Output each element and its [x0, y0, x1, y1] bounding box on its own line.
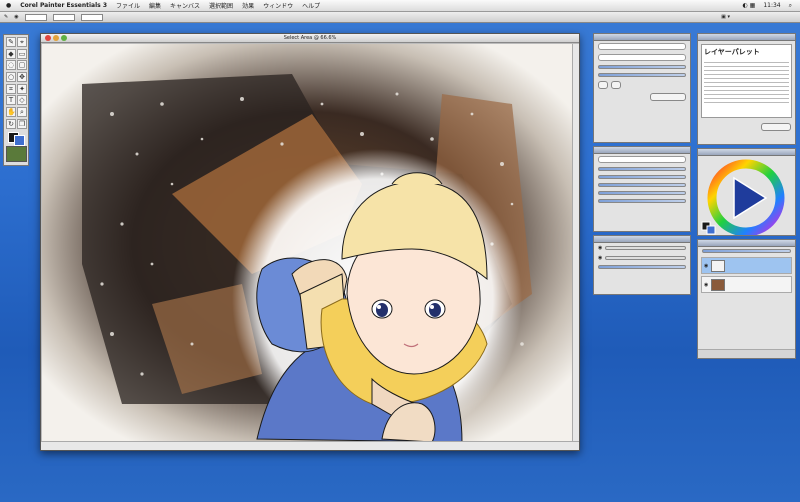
paint-bucket-icon[interactable]: ◆ — [6, 48, 16, 59]
brush-category-select[interactable] — [598, 43, 686, 50]
menu-edit[interactable]: 編集 — [149, 1, 161, 10]
option-bar-1 — [605, 246, 686, 250]
text-icon[interactable]: T — [6, 95, 16, 106]
clock: 11:34 — [763, 2, 781, 9]
horizontal-scrollbar[interactable] — [41, 441, 579, 450]
grain-field[interactable] — [80, 13, 103, 21]
property-bar: ✎ ◉ ▣ ▾ — [0, 12, 800, 23]
dropper-icon[interactable]: ⌖ — [17, 37, 27, 47]
minimize-icon[interactable] — [53, 35, 59, 41]
layer-row-2[interactable]: ◉ — [701, 276, 792, 293]
brush-shape-icon[interactable]: ◉ — [14, 14, 18, 20]
magnifier-icon[interactable]: ⌕ — [17, 107, 27, 118]
brush-opacity-slider[interactable] — [598, 73, 686, 77]
size-field[interactable] — [24, 13, 47, 21]
adjust-slider-1[interactable] — [598, 167, 686, 171]
zoom-icon[interactable] — [61, 35, 67, 41]
help-text-lines — [704, 59, 789, 103]
help-content: レイヤーパレット — [701, 44, 792, 118]
rectangle-select-icon[interactable]: ▢ — [17, 60, 27, 71]
adjust-select[interactable] — [598, 156, 686, 163]
option-slider[interactable] — [598, 265, 686, 269]
crop-icon[interactable]: ⌗ — [6, 83, 16, 94]
opacity-field[interactable] — [52, 13, 75, 21]
color-panel-header[interactable] — [698, 149, 795, 156]
cloner-icon[interactable]: ❐ — [17, 118, 27, 129]
option-bar-2 — [605, 256, 686, 260]
color-wheel[interactable] — [698, 156, 795, 236]
adjust-slider-3[interactable] — [598, 183, 686, 187]
color-panel — [697, 148, 796, 236]
menu-effects[interactable]: 効果 — [242, 1, 254, 10]
adjust-panel-header[interactable] — [594, 147, 690, 154]
eraser-icon[interactable]: ▭ — [17, 48, 27, 59]
grabber-icon[interactable]: ✋ — [6, 107, 16, 118]
menu-help[interactable]: ヘルプ — [302, 1, 320, 10]
document-title: Select Area @ 66.6% — [283, 35, 337, 41]
layer-row-1[interactable]: ◉ — [701, 257, 792, 274]
visibility-eye-icon[interactable]: ◉ — [704, 282, 708, 288]
brush-controls-panel — [593, 33, 691, 143]
menu-canvas[interactable]: キャンバス — [170, 1, 200, 10]
magic-wand-icon[interactable]: ✦ — [17, 83, 27, 94]
brush-controls-header[interactable] — [594, 34, 690, 41]
help-panel-header[interactable] — [698, 34, 795, 41]
option-radio-1[interactable]: ◉ — [598, 245, 602, 251]
brush-tool-icon[interactable]: ✎ — [4, 14, 8, 20]
brush-size-slider[interactable] — [598, 65, 686, 69]
options-panel: ◉ ◉ — [593, 235, 691, 295]
additional-color-chip[interactable] — [706, 225, 716, 235]
toolbox: ✎ ⌖ ◆ ▭ ◌ ▢ ○ ✥ ⌗ ✦ T ◇ ✋ ⌕ ↻ ❐ — [3, 34, 29, 166]
shape-icon[interactable]: ◇ — [17, 95, 27, 106]
layer-opacity-slider[interactable] — [702, 249, 791, 253]
painting — [42, 44, 573, 442]
brush-reset-button[interactable] — [650, 93, 686, 101]
layers-panel: ◉ ◉ — [697, 239, 796, 359]
canvas[interactable] — [42, 44, 573, 442]
adjust-slider-5[interactable] — [598, 199, 686, 203]
adjust-slider-4[interactable] — [598, 191, 686, 195]
brush-selector[interactable]: ▣ ▾ — [721, 14, 730, 20]
menu-bar: ● Corel Painter Essentials 3 ファイル 編集 キャン… — [0, 0, 800, 12]
status-icons: ◐ ▦ — [742, 2, 756, 9]
layers-footer — [698, 349, 795, 358]
vertical-scrollbar[interactable] — [572, 44, 579, 442]
options-panel-header[interactable] — [594, 236, 690, 243]
oval-select-icon[interactable]: ○ — [6, 72, 16, 83]
spotlight-icon[interactable]: ⌕ — [789, 2, 792, 10]
menu-window[interactable]: ウィンドウ — [263, 1, 293, 10]
brush-button-2[interactable] — [611, 81, 621, 89]
layer-thumb-1 — [711, 259, 726, 272]
background-color-swatch[interactable] — [14, 134, 25, 146]
paper-selector[interactable] — [6, 146, 27, 163]
play-triangle-icon[interactable] — [733, 176, 768, 220]
option-radio-2[interactable]: ◉ — [598, 255, 602, 261]
rotate-icon[interactable]: ↻ — [6, 118, 16, 129]
document-window: Select Area @ 66.6% — [40, 33, 580, 451]
close-icon[interactable] — [45, 35, 51, 41]
layers-panel-header[interactable] — [698, 240, 795, 247]
menu-select[interactable]: 選択範囲 — [209, 1, 233, 10]
lasso-icon[interactable]: ◌ — [6, 60, 16, 71]
color-swatches[interactable] — [6, 131, 27, 146]
adjust-slider-2[interactable] — [598, 175, 686, 179]
visibility-eye-icon[interactable]: ◉ — [704, 263, 708, 269]
help-panel: レイヤーパレット — [697, 33, 796, 145]
help-button[interactable] — [761, 123, 791, 131]
move-icon[interactable]: ✥ — [17, 72, 27, 83]
adjust-panel — [593, 146, 691, 232]
apple-icon[interactable]: ● — [6, 2, 11, 9]
app-menu[interactable]: Corel Painter Essentials 3 — [20, 2, 107, 9]
layer-thumb-2 — [711, 278, 726, 291]
brush-variant-select[interactable] — [598, 54, 686, 61]
brush-icon[interactable]: ✎ — [6, 37, 16, 47]
brush-button-1[interactable] — [598, 81, 608, 89]
menu-file[interactable]: ファイル — [116, 1, 140, 10]
document-titlebar[interactable]: Select Area @ 66.6% — [41, 34, 579, 43]
help-heading: レイヤーパレット — [704, 48, 760, 56]
